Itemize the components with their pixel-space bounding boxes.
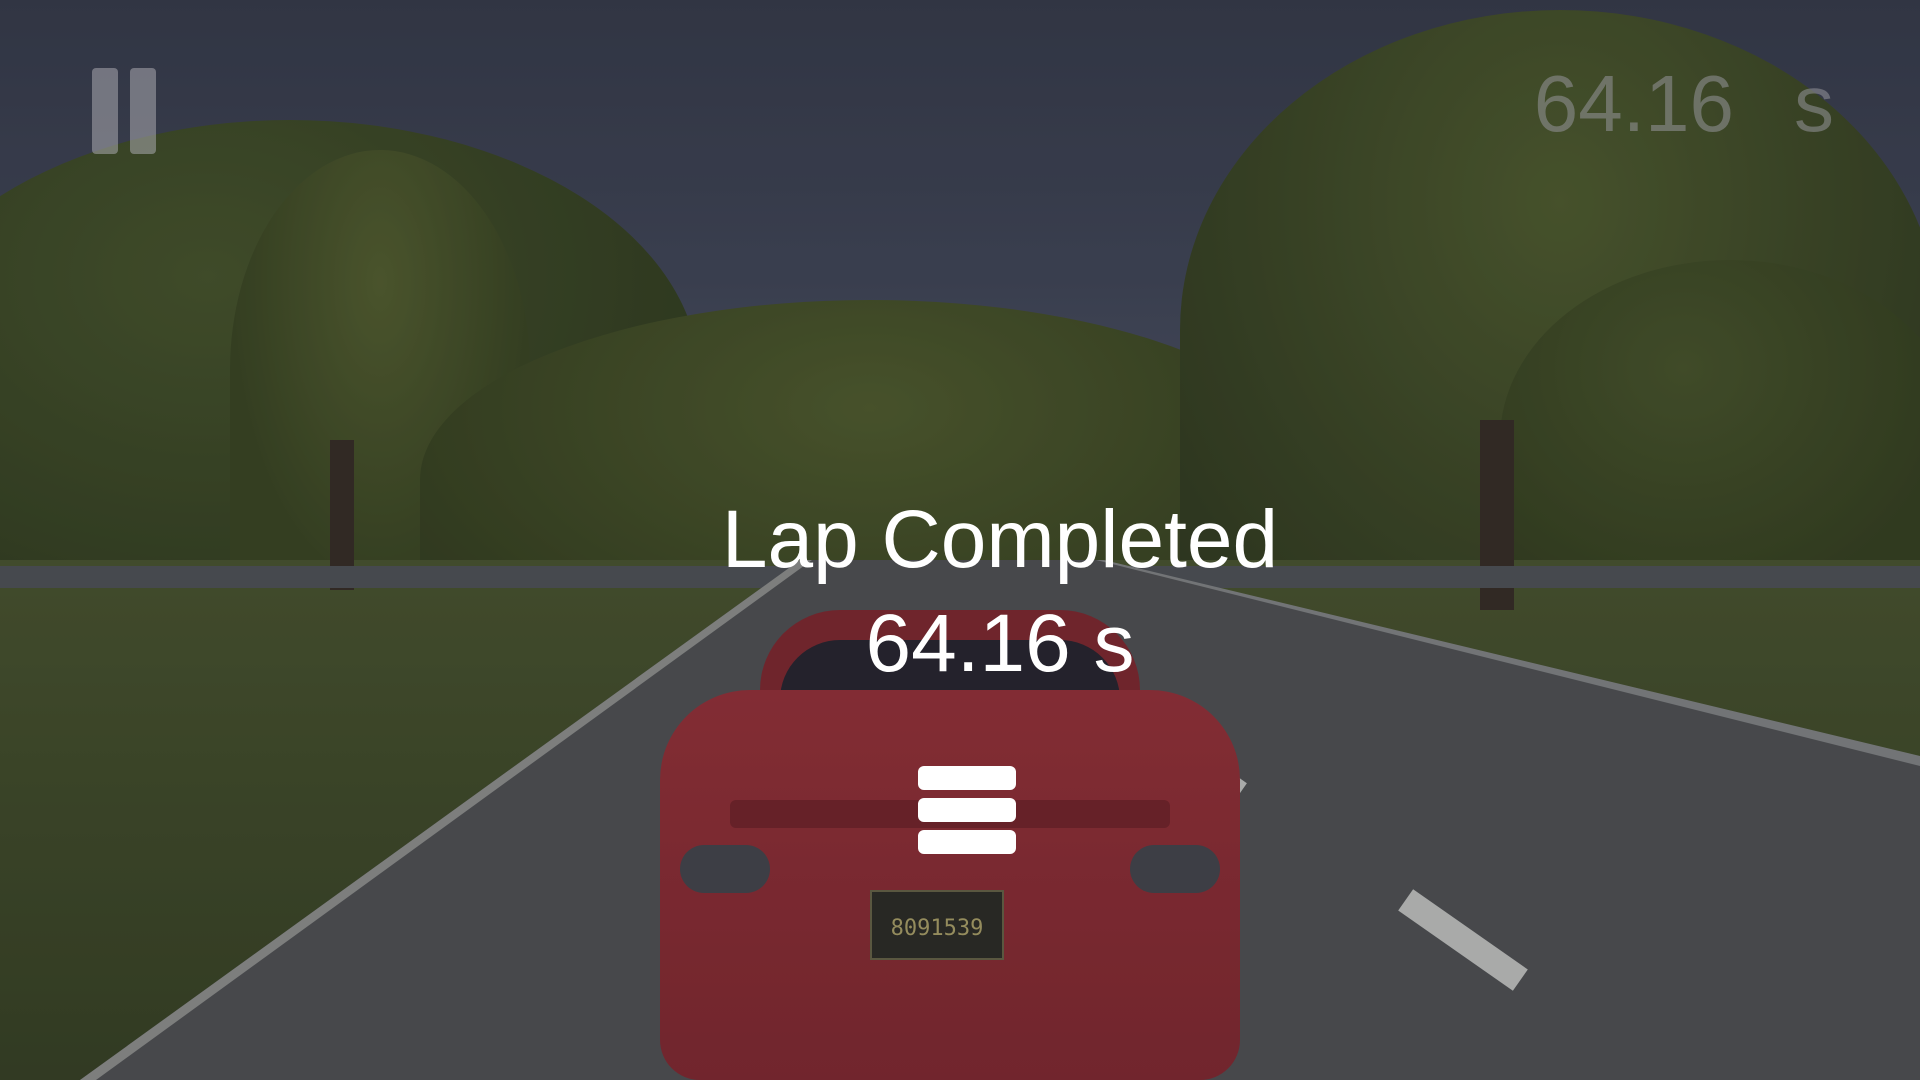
menu-line — [918, 830, 1016, 854]
menu-line — [918, 798, 1016, 822]
menu-button[interactable] — [918, 764, 1016, 856]
lap-timer-value: 64.16 — [1533, 59, 1734, 148]
lap-time: 64.16 s — [865, 598, 1135, 689]
lap-timer: 64.16 s — [1534, 56, 1834, 152]
pause-bar — [92, 68, 118, 154]
pause-bar — [130, 68, 156, 154]
lap-result-panel: Lap Completed 64.16 s — [560, 490, 1440, 694]
lap-timer-unit: s — [1794, 59, 1834, 148]
pause-button[interactable] — [88, 68, 160, 154]
menu-line — [918, 766, 1016, 790]
lap-completed-title: Lap Completed — [721, 494, 1279, 585]
